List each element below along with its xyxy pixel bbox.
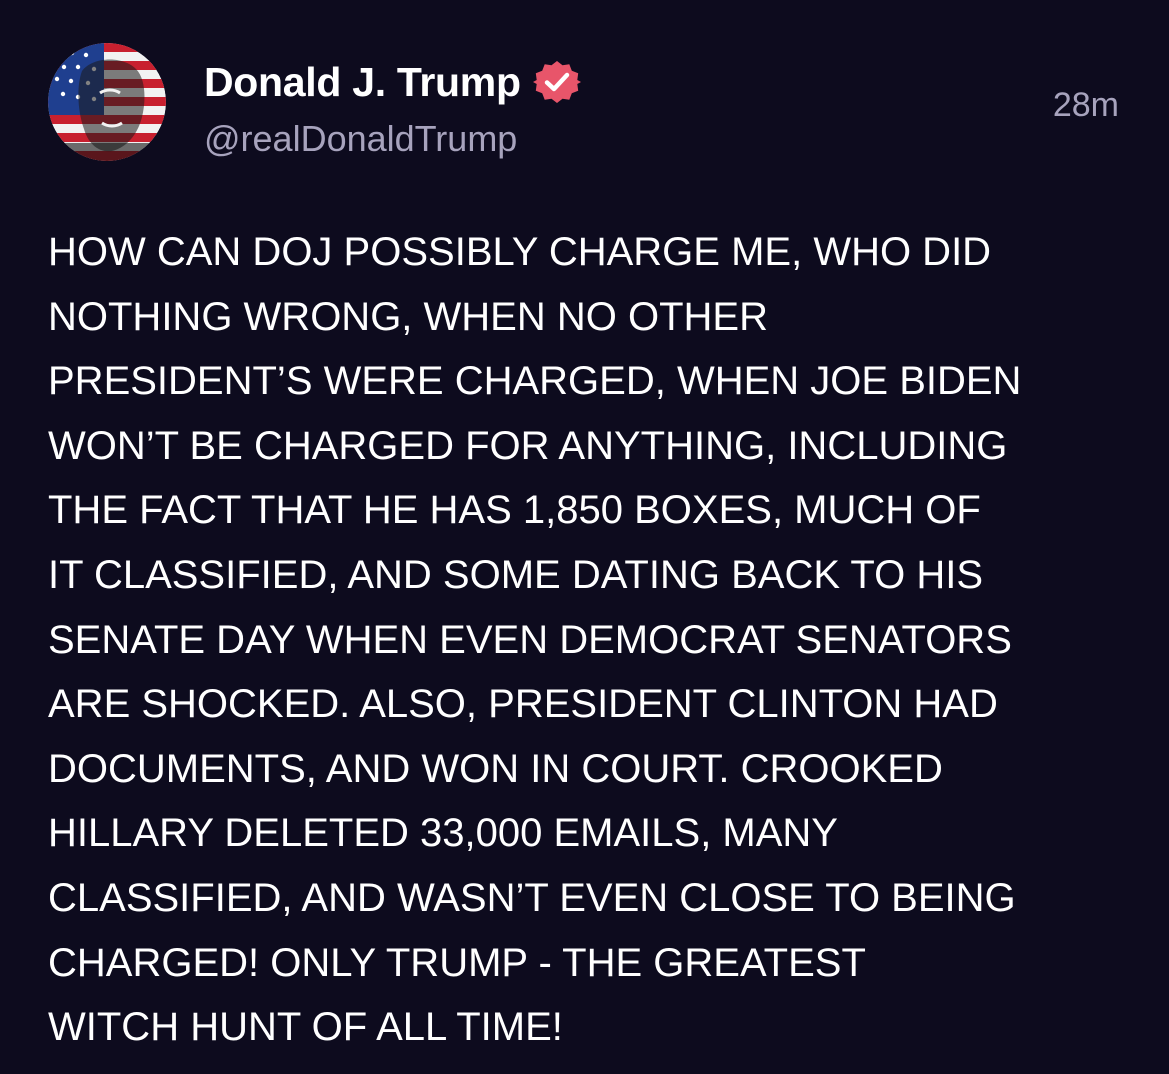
post-body: HOW CAN DOJ POSSIBLY CHARGE ME, WHO DID … xyxy=(48,220,1128,1060)
avatar[interactable] xyxy=(48,43,166,161)
post-body-line: NOTHING WRONG, WHEN NO OTHER xyxy=(48,294,768,339)
post-body-line: PRESIDENT’S WERE CHARGED, WHEN JOE BIDEN xyxy=(48,359,1022,404)
verified-badge-icon xyxy=(532,58,581,106)
author-display-name[interactable]: Donald J. Trump xyxy=(204,59,521,106)
post-timestamp[interactable]: 28m xyxy=(1053,86,1119,125)
post-body-line: CHARGED! ONLY TRUMP - THE GREATEST xyxy=(48,940,866,985)
post-body-line: CLASSIFIED, AND WASN’T EVEN CLOSE TO BEI… xyxy=(48,875,1016,920)
post-body-line: WON’T BE CHARGED FOR ANYTHING, INCLUDING xyxy=(48,423,1008,468)
post-body-line: DOCUMENTS, AND WON IN COURT. CROOKED xyxy=(48,746,943,791)
post-body-line: THE FACT THAT HE HAS 1,850 BOXES, MUCH O… xyxy=(48,488,981,533)
post-body-line: WITCH HUNT OF ALL TIME! xyxy=(48,1005,563,1050)
post-card: Donald J. Trump @realDonaldTrump 28m HOW… xyxy=(0,0,1169,1074)
post-body-line: HOW CAN DOJ POSSIBLY CHARGE ME, WHO DID xyxy=(48,230,992,274)
avatar-image xyxy=(48,43,166,161)
author-handle[interactable]: @realDonaldTrump xyxy=(204,118,517,160)
post-body-line: ARE SHOCKED. ALSO, PRESIDENT CLINTON HAD xyxy=(48,682,998,727)
post-body-line: SENATE DAY WHEN EVEN DEMOCRAT SENATORS xyxy=(48,617,1012,662)
post-body-line: IT CLASSIFIED, AND SOME DATING BACK TO H… xyxy=(48,552,984,597)
post-body-line: HILLARY DELETED 33,000 EMAILS, MANY xyxy=(48,811,838,856)
author-name-row: Donald J. Trump xyxy=(204,58,581,106)
